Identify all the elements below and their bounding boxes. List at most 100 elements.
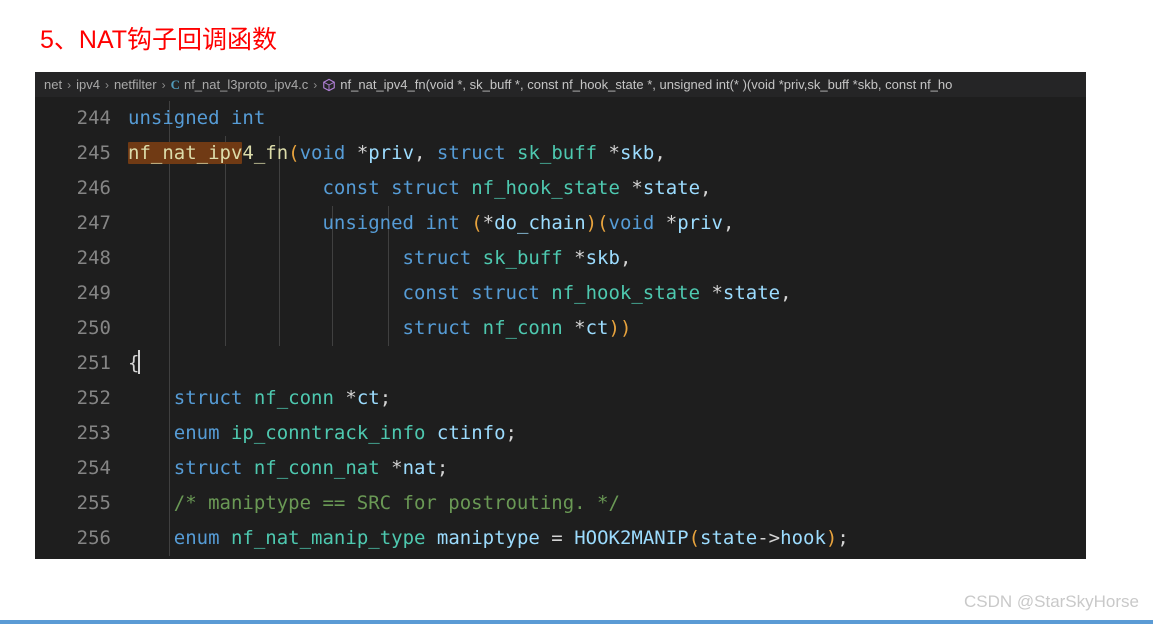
code-editor-panel: net › ipv4 › netfilter › Cnf_nat_l3proto_ipv4.… xyxy=(35,72,1086,559)
code-token: ; xyxy=(505,422,517,444)
line-number: 249 xyxy=(76,282,111,304)
code-token: ; xyxy=(837,527,849,549)
code-token: void xyxy=(608,212,655,234)
breadcrumb-label: ipv4 xyxy=(76,77,100,92)
symbol-method-icon xyxy=(322,78,336,92)
code-token: state xyxy=(722,282,781,304)
code-token: nf_nat_ipv xyxy=(128,142,243,164)
code-token: * xyxy=(345,142,369,164)
code-token: , xyxy=(780,282,792,304)
breadcrumb-item-5[interactable]: nf_nat_ipv4_fn(void *, sk_buff *, const … xyxy=(322,77,952,92)
code-token: ct xyxy=(356,387,380,409)
code-token: * xyxy=(482,212,495,234)
code-token: nf_nat_manip_type xyxy=(230,527,426,549)
code-token: ; xyxy=(436,457,449,479)
code-token: = xyxy=(539,527,575,549)
code-token: ctinfo xyxy=(436,422,506,444)
code-token: ) xyxy=(608,317,620,339)
code-token: struct xyxy=(471,282,540,304)
code-line-249[interactable]: 249 const struct nf_hook_state *state, xyxy=(35,276,1086,311)
line-text: struct nf_conn *ct)) xyxy=(128,311,1086,346)
code-token: struct xyxy=(402,317,472,339)
code-token: * xyxy=(562,247,586,269)
breadcrumb-separator: › xyxy=(313,77,318,92)
line-number: 246 xyxy=(76,177,111,199)
code-line-252[interactable]: 252 struct nf_conn *ct; xyxy=(35,381,1086,416)
code-token: -> xyxy=(757,527,781,549)
code-line-254[interactable]: 254 struct nf_conn_nat *nat; xyxy=(35,451,1086,486)
page-title: 5、NAT钩子回调函数 xyxy=(40,26,278,54)
code-line-256[interactable]: 256 enum nf_nat_manip_type maniptype = H… xyxy=(35,521,1086,556)
code-line-251[interactable]: 251 { xyxy=(35,346,1086,381)
code-token: enum xyxy=(173,422,220,444)
breadcrumb-item-2[interactable]: ipv4 xyxy=(76,77,100,92)
breadcrumb-label: net xyxy=(44,77,63,92)
code-line-255[interactable]: 255 /* maniptype == SRC for postrouting.… xyxy=(35,486,1086,521)
c-file-icon: C xyxy=(170,76,180,92)
code-token: hook xyxy=(780,527,826,549)
code-content[interactable]: 244 unsigned int 245 nf_nat_ipv4_fn(void *p… xyxy=(35,97,1086,559)
code-token: struct xyxy=(173,387,243,409)
code-token: /* maniptype == SRC for postrouting. */ xyxy=(173,492,620,514)
code-line-248[interactable]: 248 struct sk_buff *skb, xyxy=(35,241,1086,276)
line-text: struct sk_buff *skb, xyxy=(128,241,1086,276)
bottom-divider xyxy=(0,620,1153,624)
code-token: skb xyxy=(619,142,655,164)
code-token: const xyxy=(402,282,460,304)
breadcrumb[interactable]: net › ipv4 › netfilter › Cnf_nat_l3proto_ipv4.… xyxy=(35,72,1086,97)
line-text: enum nf_nat_manip_type maniptype = HOOK2… xyxy=(128,521,1086,556)
code-token: struct xyxy=(391,177,460,199)
line-number: 256 xyxy=(76,527,111,549)
code-token: nf_conn_nat xyxy=(253,457,380,479)
code-token: ( xyxy=(471,212,483,234)
code-line-250[interactable]: 250 struct nf_conn *ct)) xyxy=(35,311,1086,346)
code-token: skb xyxy=(585,247,620,269)
code-token: * xyxy=(700,282,723,304)
code-lines: 244 unsigned int 245 nf_nat_ipv4_fn(void *p… xyxy=(35,101,1086,556)
code-token: , xyxy=(619,247,632,269)
code-token: ( xyxy=(688,527,701,549)
line-number: 255 xyxy=(76,492,111,514)
breadcrumb-item-1[interactable]: net xyxy=(44,77,62,92)
code-line-244[interactable]: 244 unsigned int xyxy=(35,101,1086,136)
line-number: 247 xyxy=(76,212,111,234)
code-line-245[interactable]: 245 nf_nat_ipv4_fn(void *priv, struct sk_… xyxy=(35,136,1086,171)
code-token: const xyxy=(322,177,380,199)
line-number: 251 xyxy=(76,352,111,374)
code-token: nf_conn xyxy=(482,317,563,339)
code-token: * xyxy=(562,317,586,339)
code-token: , xyxy=(414,142,437,164)
code-token: * xyxy=(654,212,678,234)
code-token: * xyxy=(333,387,357,409)
code-token: nf_hook_state xyxy=(471,177,620,199)
breadcrumb-item-3[interactable]: netfilter xyxy=(114,77,157,92)
code-token: void xyxy=(299,142,346,164)
line-text: unsigned int (*do_chain)(void *priv, xyxy=(128,206,1086,241)
code-token: ) xyxy=(619,317,632,339)
code-token: priv xyxy=(368,142,415,164)
code-token: enum xyxy=(173,527,220,549)
code-token: nat xyxy=(402,457,437,479)
code-line-253[interactable]: 253 enum ip_conntrack_info ctinfo; xyxy=(35,416,1086,451)
breadcrumb-label: nf_nat_ipv4_fn(void *, sk_buff *, const … xyxy=(340,77,953,92)
code-token: , xyxy=(700,177,712,199)
code-line-247[interactable]: 247 unsigned int (*do_chain)(void *priv, xyxy=(35,206,1086,241)
code-line-246[interactable]: 246 const struct nf_hook_state *state, xyxy=(35,171,1086,206)
breadcrumb-item-4[interactable]: Cnf_nat_l3proto_ipv4.c xyxy=(171,77,309,93)
line-text: const struct nf_hook_state *state, xyxy=(128,276,1086,311)
code-token: ) xyxy=(585,212,598,234)
code-token: ( xyxy=(597,212,609,234)
code-token: ; xyxy=(379,387,392,409)
code-token: HOOK2MANIP xyxy=(574,527,689,549)
